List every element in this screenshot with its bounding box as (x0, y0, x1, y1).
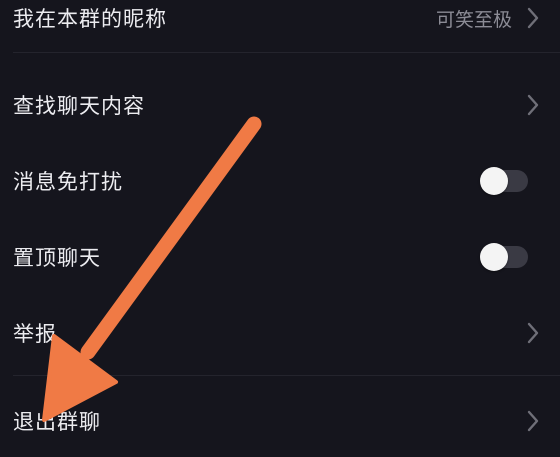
toggle-knob (480, 243, 508, 271)
report-row[interactable]: 举报 (0, 297, 560, 369)
nickname-row[interactable]: 我在本群的昵称 可笑至极 (0, 0, 560, 54)
pin-row: 置顶聊天 (0, 221, 560, 293)
section-divider (13, 375, 560, 376)
chevron-right-icon (526, 321, 540, 345)
group-settings-screen: 我在本群的昵称 可笑至极 查找聊天内容 消息免打扰 置顶聊天 举报 退出群聊 (0, 0, 560, 450)
pin-label: 置顶聊天 (13, 246, 101, 270)
chevron-right-icon (526, 6, 540, 30)
search-chat-row[interactable]: 查找聊天内容 (0, 69, 560, 141)
pin-toggle[interactable] (480, 243, 528, 271)
mute-row: 消息免打扰 (0, 145, 560, 217)
chevron-right-icon (526, 93, 540, 117)
mute-toggle[interactable] (480, 167, 528, 195)
chevron-right-icon (526, 409, 540, 433)
leave-group-row[interactable]: 退出群聊 (0, 385, 560, 457)
nickname-value: 可笑至极 (435, 8, 512, 31)
search-chat-label: 查找聊天内容 (13, 94, 145, 118)
section-divider (13, 52, 560, 53)
report-label: 举报 (13, 322, 57, 346)
toggle-knob (480, 167, 508, 195)
nickname-label: 我在本群的昵称 (13, 7, 167, 31)
mute-label: 消息免打扰 (13, 170, 123, 194)
leave-group-label: 退出群聊 (13, 410, 101, 434)
